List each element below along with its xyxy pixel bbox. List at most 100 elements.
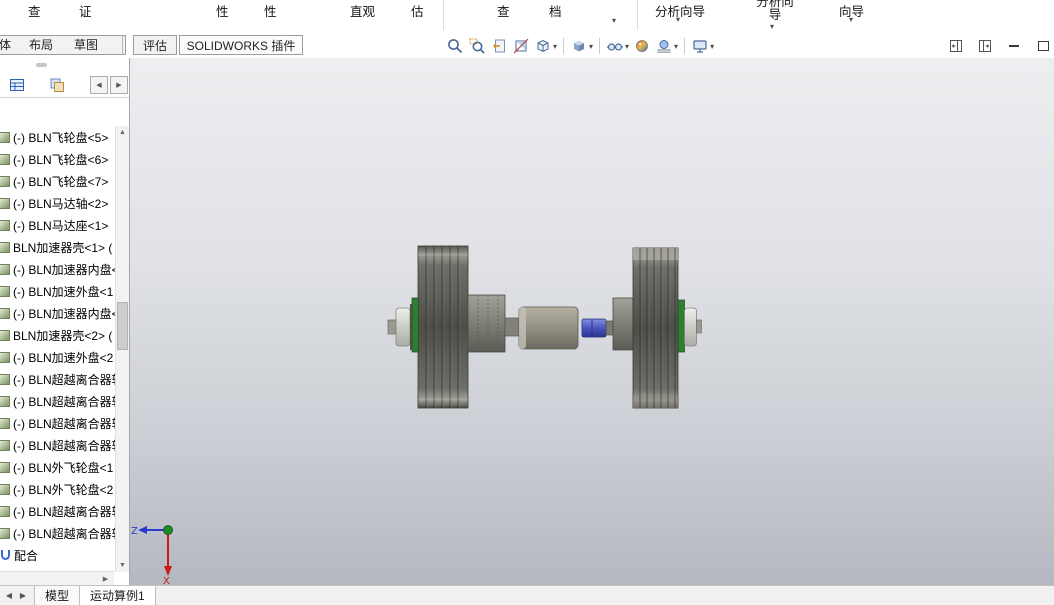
ribbon-button-label[interactable]: 分析向导 <box>753 0 797 22</box>
tree-item[interactable]: BLN加速器壳<2> ( <box>0 324 115 346</box>
ribbon-button-label[interactable]: 估 <box>411 1 424 20</box>
tab-model[interactable]: 模型 <box>34 586 81 605</box>
tree-item-mates[interactable]: 配合 <box>0 544 115 566</box>
featuremanager-tree-tab[interactable] <box>8 76 26 94</box>
coupling-blue[interactable] <box>581 318 607 338</box>
part-icon <box>0 527 10 539</box>
part-icon <box>0 395 10 407</box>
tree-vertical-scrollbar[interactable]: ▲ ▼ <box>115 126 129 572</box>
tree-item-label: (-) BLN超越离合器轴 <box>13 438 115 453</box>
collapse-pane-left-button[interactable] <box>947 37 965 55</box>
tree-item[interactable]: (-) BLN外飞轮盘<1 <box>0 456 115 478</box>
configuration-manager-tab[interactable] <box>48 76 66 94</box>
view-settings-button[interactable]: ▾ <box>689 35 716 57</box>
tree-item[interactable]: (-) BLN飞轮盘<5> <box>0 126 115 148</box>
panel-tabs-scroll-left-button[interactable]: ◀ <box>90 75 108 94</box>
tree-item[interactable]: (-) BLN外飞轮盘<2 <box>0 478 115 500</box>
zoom-to-fit-button[interactable] <box>444 35 466 57</box>
scroll-right-button[interactable]: ▶ <box>99 572 112 585</box>
tab-layout[interactable]: 布局 <box>29 36 53 56</box>
minimize-button[interactable] <box>1005 37 1023 55</box>
bottom-tabs-scroll-right-button[interactable]: ▶ <box>16 586 30 605</box>
part-icon <box>0 175 10 187</box>
tree-horizontal-scrollbar[interactable]: ▶ <box>0 571 114 585</box>
ribbon-button-label[interactable]: 查 <box>497 1 510 20</box>
tree-item-label: (-) BLN超越离合器轴 <box>13 372 115 387</box>
tree-item[interactable]: BLN加速器壳<1> ( <box>0 236 115 258</box>
left-end-disc[interactable] <box>387 304 413 350</box>
collapse-pane-right-button[interactable] <box>976 37 994 55</box>
tab-assembly[interactable]: 装配体 <box>0 36 11 56</box>
ribbon-button-label[interactable]: 证 <box>79 1 92 20</box>
dropdown-caret[interactable]: ▾ <box>625 42 629 51</box>
tab-evaluate[interactable]: 评估 <box>133 35 177 55</box>
tree-item-label: (-) BLN加速器内盘< <box>13 306 115 321</box>
tab-group-model: 装配体 布局 草图 <box>0 35 126 55</box>
dropdown-caret[interactable]: ▾ <box>589 42 593 51</box>
shaft-right[interactable] <box>605 320 614 336</box>
ribbon-button-label[interactable]: 性 <box>216 1 229 20</box>
dropdown-caret[interactable]: ▾ <box>849 16 853 24</box>
tree-item[interactable]: (-) BLN超越离合器轴 <box>0 434 115 456</box>
ribbon-button-label[interactable]: 档 <box>549 1 562 20</box>
3d-model-assembly[interactable]: Z X <box>130 58 1054 585</box>
snap-ring-green-right[interactable] <box>677 299 685 353</box>
hide-show-items-button[interactable]: ▾ <box>604 35 631 57</box>
graphics-viewport[interactable]: Z X <box>130 58 1054 585</box>
ribbon-separator <box>637 0 638 30</box>
restore-button[interactable] <box>1034 37 1052 55</box>
tab-motion-study[interactable]: 运动算例1 <box>80 586 156 605</box>
tree-item[interactable]: (-) BLN马达轴<2> <box>0 192 115 214</box>
hide-show-items-icon <box>607 43 624 51</box>
tree-item[interactable]: (-) BLN超越离合器轴 <box>0 368 115 390</box>
display-style-button[interactable]: ▾ <box>568 35 595 57</box>
tree-item[interactable]: (-) BLN马达座<1> <box>0 214 115 236</box>
tree-item-label: (-) BLN超越离合器轴 <box>13 416 115 431</box>
panel-splitter-handle[interactable] <box>0 58 129 72</box>
tree-item[interactable]: (-) BLN超越离合器轴 <box>0 500 115 522</box>
ribbon-button-label[interactable]: 直观 <box>350 1 375 20</box>
flywheel-stack-left[interactable] <box>411 245 469 409</box>
previous-view-button[interactable] <box>488 35 510 57</box>
motor-cylinder[interactable] <box>518 306 579 350</box>
dropdown-caret[interactable]: ▾ <box>770 23 774 31</box>
tree-item[interactable]: (-) BLN超越离合器轴 <box>0 522 115 544</box>
dropdown-caret[interactable]: ▾ <box>710 42 714 51</box>
dropdown-caret[interactable]: ▾ <box>553 42 557 51</box>
tab-addins[interactable]: SOLIDWORKS 插件 <box>179 35 303 55</box>
tree-item[interactable]: (-) BLN加速器内盘< <box>0 302 115 324</box>
apply-scene-button[interactable]: ▾ <box>653 35 680 57</box>
bottom-tabs-scroll-left-button[interactable]: ◀ <box>2 586 16 605</box>
edit-appearance-button[interactable] <box>631 35 653 57</box>
tree-item[interactable]: (-) BLN飞轮盘<7> <box>0 170 115 192</box>
tab-evaluate-label[interactable]: 评估 <box>134 36 176 54</box>
tree-item[interactable]: (-) BLN超越离合器轴 <box>0 390 115 412</box>
scroll-up-button[interactable]: ▲ <box>116 126 129 139</box>
tree-item[interactable]: (-) BLN加速外盘<2 <box>0 346 115 368</box>
shaft-left[interactable] <box>504 317 520 337</box>
tree-item-label: (-) BLN超越离合器轴 <box>13 526 115 541</box>
ribbon-button-label[interactable]: 性 <box>264 1 277 20</box>
tab-addins-label[interactable]: SOLIDWORKS 插件 <box>180 36 302 54</box>
tree-item[interactable]: (-) BLN飞轮盘<6> <box>0 148 115 170</box>
hub-right[interactable] <box>612 297 634 351</box>
scroll-down-button[interactable]: ▼ <box>116 559 129 572</box>
hub-left[interactable] <box>467 294 506 353</box>
dropdown-caret[interactable]: ▾ <box>674 42 678 51</box>
snap-ring-green-left[interactable] <box>411 297 419 353</box>
section-view-button[interactable] <box>510 35 532 57</box>
ribbon-button-label[interactable]: 查 <box>28 1 41 20</box>
tree-item-label: (-) BLN飞轮盘<5> <box>13 130 109 145</box>
dropdown-caret[interactable]: ▾ <box>612 17 616 25</box>
tab-sketch[interactable]: 草图 <box>74 36 98 56</box>
flywheel-stack-right[interactable] <box>632 247 685 409</box>
view-orientation-button[interactable]: ▾ <box>532 35 559 57</box>
tree-item[interactable]: (-) BLN超越离合器轴 <box>0 412 115 434</box>
scrollbar-thumb[interactable] <box>117 302 128 350</box>
right-end-disc[interactable] <box>684 307 702 347</box>
tree-item[interactable]: (-) BLN加速器内盘< <box>0 258 115 280</box>
zoom-to-area-button[interactable] <box>466 35 488 57</box>
dropdown-caret[interactable]: ▾ <box>676 16 680 24</box>
panel-tabs-scroll-right-button[interactable]: ▶ <box>110 75 128 94</box>
tree-item[interactable]: (-) BLN加速外盘<1 <box>0 280 115 302</box>
